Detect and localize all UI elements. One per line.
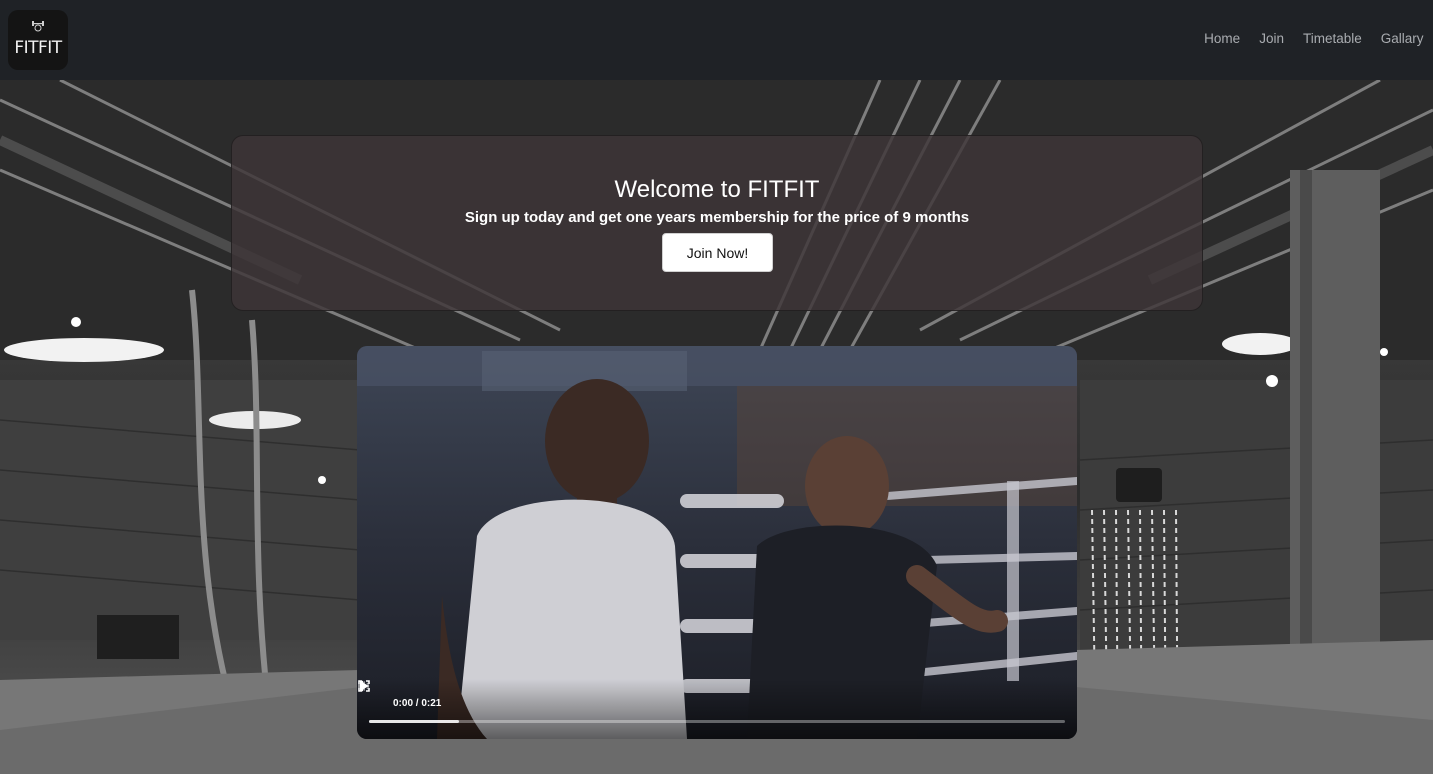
video-player[interactable]: 0:00 / 0:21 [357, 346, 1077, 739]
navbar: FITFIT Home Join Timetable Gallary [0, 0, 1433, 80]
dumbbell-icon [32, 21, 44, 32]
nav-timetable-link[interactable]: Timetable [1293, 31, 1371, 46]
video-time-display: 0:00 / 0:21 [393, 698, 442, 709]
hero-card: Welcome to FITFIT Sign up today and get … [231, 135, 1203, 311]
video-buffered-fill [369, 720, 460, 723]
join-now-button[interactable]: Join Now! [662, 233, 773, 272]
hero-title: Welcome to FITFIT [614, 176, 820, 203]
brand-logo[interactable]: FITFIT [8, 10, 68, 70]
nav-home-link[interactable]: Home [1195, 31, 1250, 46]
hero-subtitle: Sign up today and get one years membersh… [464, 209, 970, 226]
more-options-icon[interactable] [357, 679, 367, 693]
nav-gallery-link[interactable]: Gallary [1371, 31, 1433, 46]
video-controls: 0:00 / 0:21 [357, 679, 1077, 739]
logo-text: FITFIT [14, 38, 62, 58]
video-progress-bar[interactable] [369, 720, 1065, 723]
nav-menu: Home Join Timetable Gallary [1195, 31, 1433, 46]
nav-join-link[interactable]: Join [1250, 31, 1294, 46]
